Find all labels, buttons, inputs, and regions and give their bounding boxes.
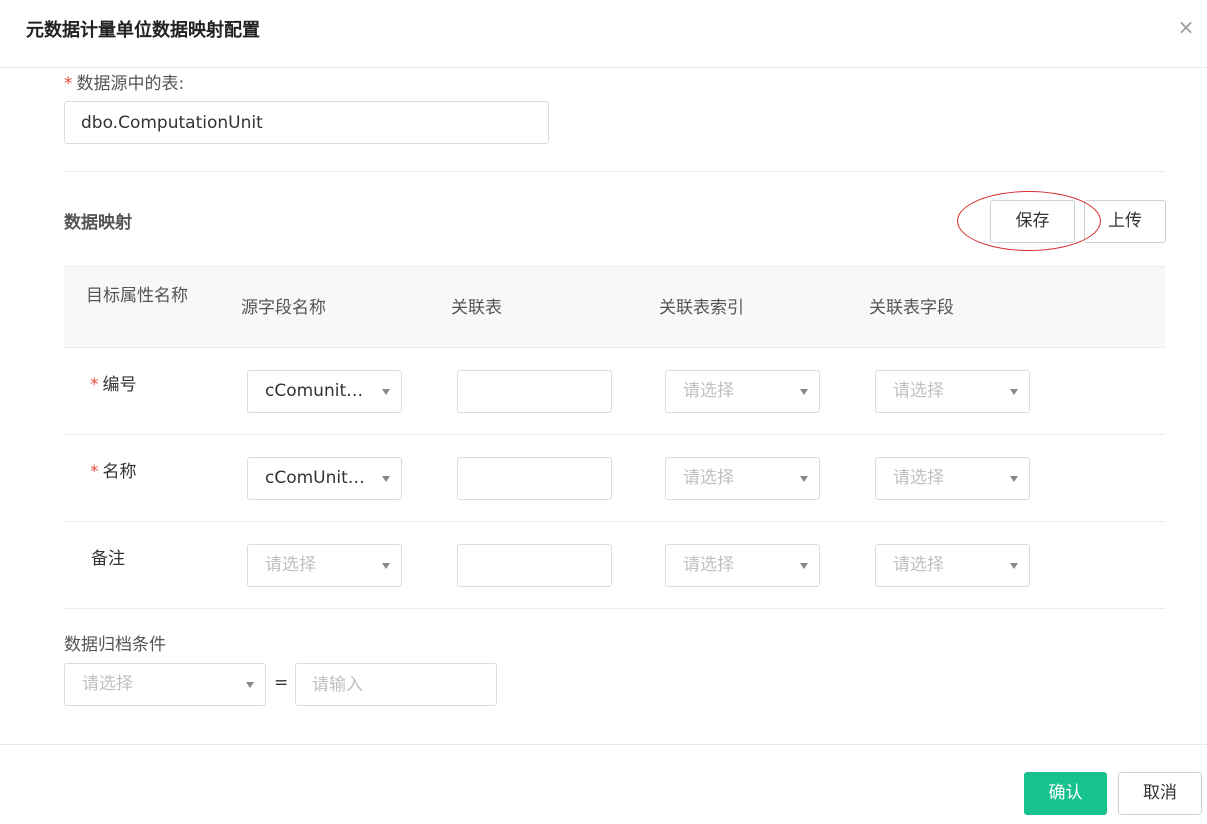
chevron-down-icon <box>1010 476 1018 482</box>
archive-condition-label: 数据归档条件 <box>64 635 166 655</box>
source-table-label-text: 数据源中的表: <box>76 74 185 94</box>
select-placeholder: 请选择 <box>82 674 133 694</box>
source-field-select[interactable]: cComUnitName <box>247 457 402 500</box>
select-placeholder: 请选择 <box>683 381 734 401</box>
cancel-button[interactable]: 取消 <box>1118 772 1202 815</box>
source-table-label: * 数据源中的表: <box>64 69 184 94</box>
column-header-target-attr: 目标属性名称 <box>86 286 188 306</box>
related-index-select[interactable]: 请选择 <box>665 544 820 587</box>
chevron-down-icon <box>382 563 390 569</box>
required-mark: * <box>90 375 99 395</box>
related-table-input[interactable] <box>457 457 612 500</box>
archive-value-input[interactable] <box>295 663 497 706</box>
related-table-input[interactable] <box>457 370 612 413</box>
archive-field-select[interactable]: 请选择 <box>64 663 266 706</box>
source-table-input[interactable] <box>64 101 549 144</box>
row-divider <box>64 608 1165 609</box>
row-divider <box>64 521 1165 522</box>
row-label-name: * 名称 <box>90 457 137 482</box>
row-label-text: 编号 <box>102 375 137 395</box>
column-header-related-index: 关联表索引 <box>659 298 744 318</box>
required-mark: * <box>90 462 99 482</box>
dialog-footer: 确认 取消 <box>0 744 1207 824</box>
mapping-table-header: 目标属性名称 源字段名称 关联表 关联表索引 关联表字段 <box>64 266 1165 348</box>
column-header-related-field: 关联表字段 <box>869 298 954 318</box>
column-header-related-table: 关联表 <box>451 298 502 318</box>
related-field-select[interactable]: 请选择 <box>875 370 1030 413</box>
mapping-section-title: 数据映射 <box>64 213 132 233</box>
related-index-select[interactable]: 请选择 <box>665 457 820 500</box>
close-icon[interactable]: × <box>1177 17 1195 37</box>
column-header-source-field: 源字段名称 <box>241 298 326 318</box>
row-label-code: * 编号 <box>90 370 137 395</box>
chevron-down-icon <box>800 476 808 482</box>
chevron-down-icon <box>1010 563 1018 569</box>
row-label-text: 名称 <box>102 462 137 482</box>
related-field-select[interactable]: 请选择 <box>875 544 1030 587</box>
select-placeholder: 请选择 <box>893 555 944 575</box>
chevron-down-icon <box>800 563 808 569</box>
related-index-select[interactable]: 请选择 <box>665 370 820 413</box>
chevron-down-icon <box>1010 389 1018 395</box>
chevron-down-icon <box>382 389 390 395</box>
select-placeholder: 请选择 <box>893 381 944 401</box>
divider <box>64 171 1165 172</box>
select-placeholder: 请选择 <box>893 468 944 488</box>
select-value: cComUnitName <box>265 468 398 488</box>
source-field-select[interactable]: 请选择 <box>247 544 402 587</box>
save-button[interactable]: 保存 <box>990 200 1075 243</box>
upload-button[interactable]: 上传 <box>1084 200 1166 243</box>
confirm-button[interactable]: 确认 <box>1024 772 1107 815</box>
chevron-down-icon <box>382 476 390 482</box>
related-field-select[interactable]: 请选择 <box>875 457 1030 500</box>
row-divider <box>64 434 1165 435</box>
row-label-remark: 备注 <box>91 549 125 569</box>
select-placeholder: 请选择 <box>683 555 734 575</box>
dialog-header: 元数据计量单位数据映射配置 × <box>0 0 1207 68</box>
chevron-down-icon <box>246 682 254 688</box>
related-table-input[interactable] <box>457 544 612 587</box>
select-placeholder: 请选择 <box>683 468 734 488</box>
select-placeholder: 请选择 <box>265 555 316 575</box>
required-mark: * <box>64 74 73 94</box>
dialog-title: 元数据计量单位数据映射配置 <box>26 20 260 41</box>
equals-sign: = <box>274 673 289 693</box>
select-value: cComunitCode <box>265 381 390 401</box>
chevron-down-icon <box>800 389 808 395</box>
source-field-select[interactable]: cComunitCode <box>247 370 402 413</box>
